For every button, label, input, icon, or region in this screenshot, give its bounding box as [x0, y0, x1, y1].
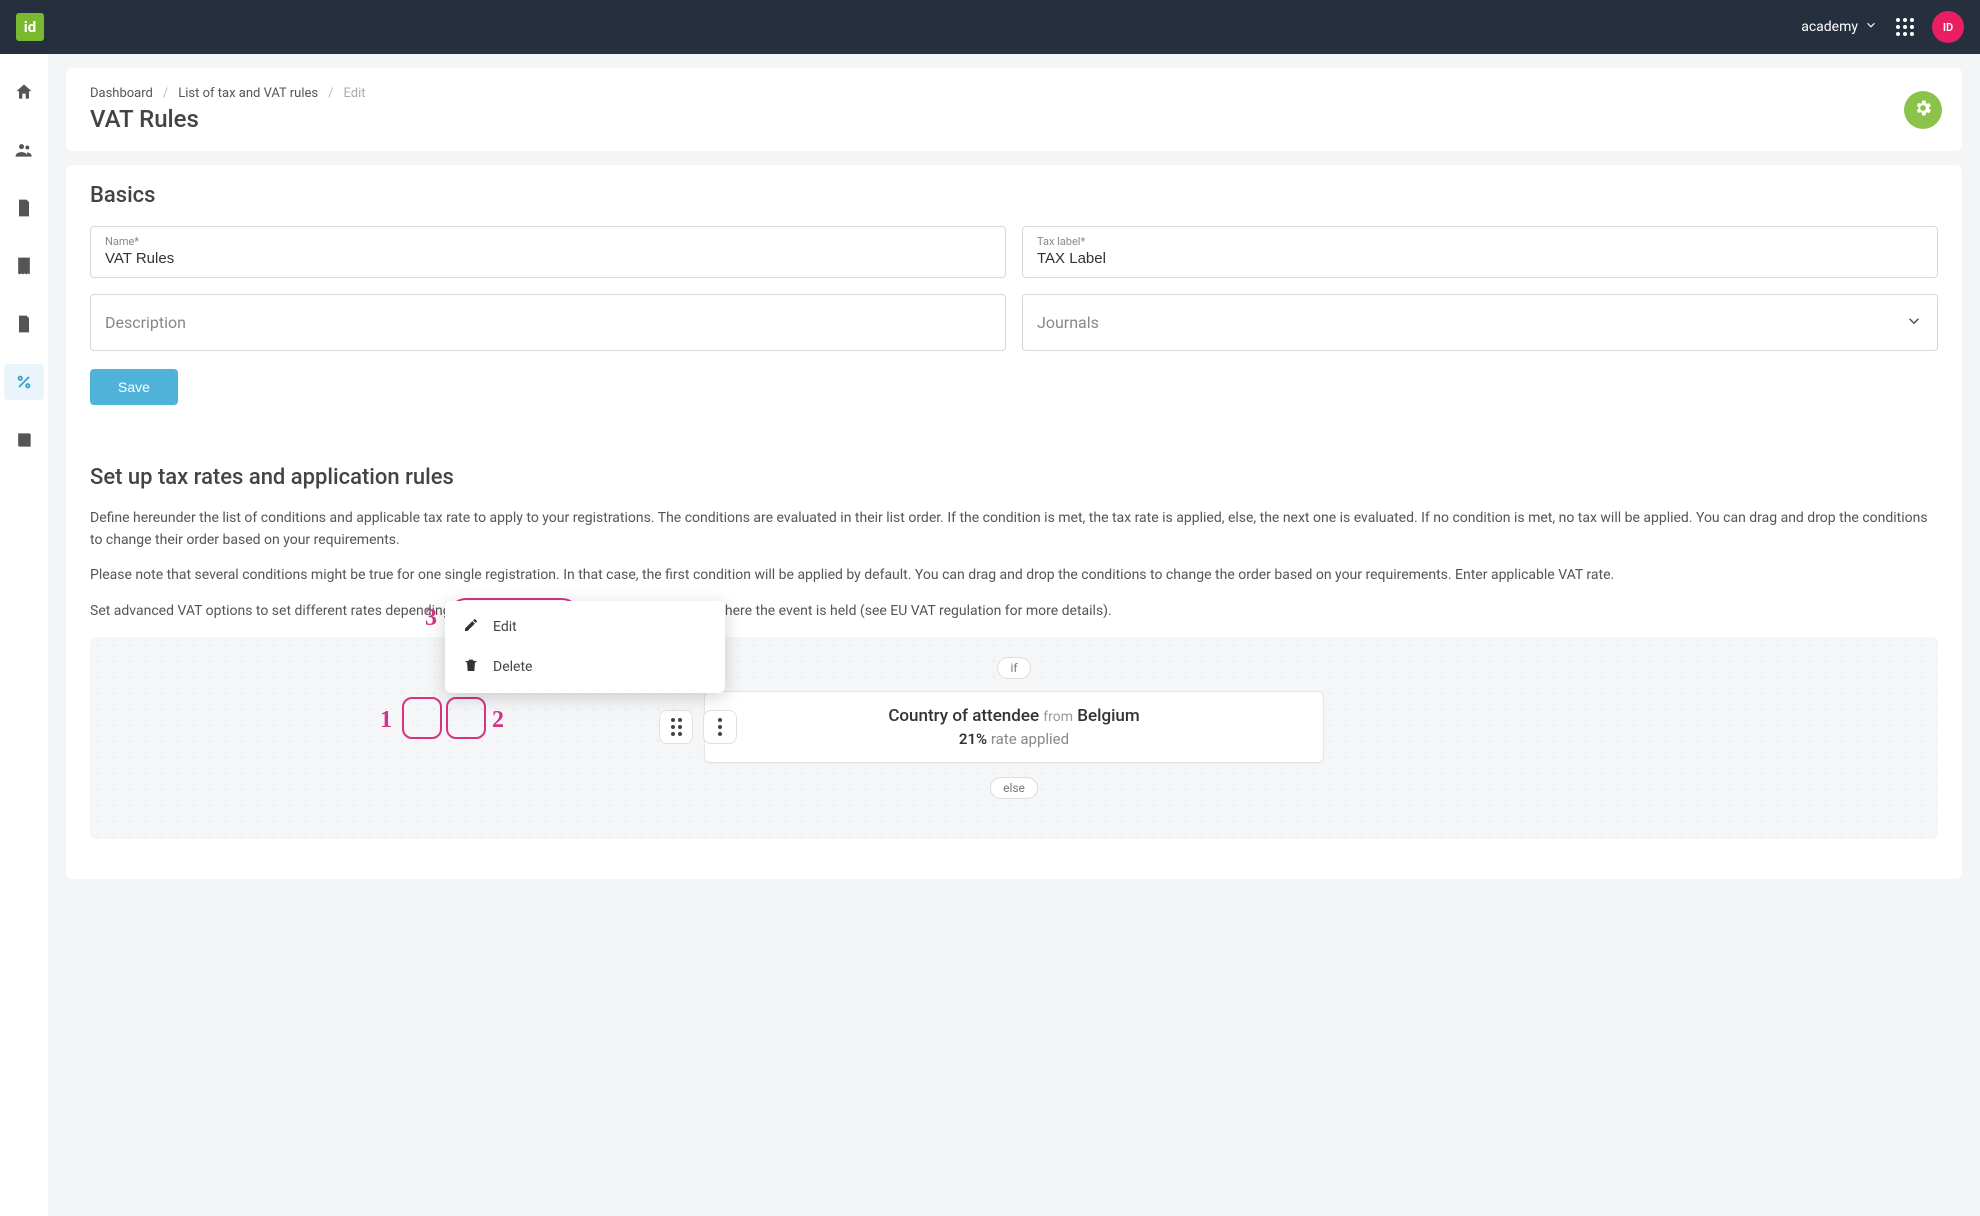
pill-if: if [997, 657, 1030, 679]
rule-card[interactable]: Country of attendee from Belgium 21% rat… [704, 691, 1324, 763]
breadcrumb-current: Edit [343, 86, 365, 101]
kebab-icon [718, 718, 722, 736]
sidebar-item-document[interactable] [4, 190, 44, 226]
chevron-down-icon [1864, 18, 1878, 36]
pencil-icon [463, 617, 479, 637]
callout-ring-1 [402, 697, 442, 739]
taxlabel-label: Tax label* [1037, 235, 1923, 248]
sidebar-item-people[interactable] [4, 132, 44, 168]
menu-item-edit[interactable]: Edit [445, 607, 725, 647]
chevron-down-icon [1905, 312, 1923, 334]
callout-number-2: 2 [492, 707, 504, 734]
sidebar-item-invoice[interactable] [4, 306, 44, 342]
basics-heading: Basics [90, 183, 1938, 208]
apps-grid-icon[interactable] [1896, 18, 1914, 36]
top-bar: id academy ID [0, 0, 1980, 54]
drag-icon [671, 718, 682, 736]
account-switcher[interactable]: academy [1801, 18, 1878, 36]
main-content: Dashboard / List of tax and VAT rules / … [48, 54, 1980, 1216]
taxlabel-input[interactable] [1037, 250, 1923, 267]
sidebar-item-book[interactable] [4, 422, 44, 458]
menu-item-delete[interactable]: Delete [445, 647, 725, 687]
trash-icon [463, 657, 479, 677]
header-card: Dashboard / List of tax and VAT rules / … [66, 68, 1962, 151]
sidebar-item-tax[interactable] [4, 364, 44, 400]
rules-paragraph-3: Set advanced VAT options to set differen… [90, 601, 1938, 623]
journals-field-wrapper[interactable]: Journals [1022, 294, 1938, 351]
sidebar-item-home[interactable] [4, 74, 44, 110]
avatar[interactable]: ID [1932, 11, 1964, 43]
menu-item-delete-label: Delete [493, 659, 532, 675]
breadcrumb: Dashboard / List of tax and VAT rules / … [90, 86, 1938, 101]
rule-condition: Country of attendee from Belgium [723, 706, 1305, 726]
page-title: VAT Rules [90, 105, 1938, 133]
basics-card: Basics Name* Tax label* Description Jour… [66, 165, 1962, 879]
callout-ring-2 [446, 697, 486, 739]
name-input[interactable] [105, 250, 991, 267]
description-field-wrapper[interactable]: Description [90, 294, 1006, 351]
rule-menu-button[interactable] [703, 710, 737, 744]
taxlabel-field-wrapper[interactable]: Tax label* [1022, 226, 1938, 278]
name-label: Name* [105, 235, 991, 248]
rule-rate: 21% rate applied [723, 730, 1305, 748]
pill-else: else [990, 777, 1038, 799]
brand-logo[interactable]: id [16, 13, 44, 41]
settings-button[interactable] [1904, 91, 1942, 129]
rules-paragraph-1: Define hereunder the list of conditions … [90, 508, 1938, 551]
rules-canvas: if [90, 637, 1938, 839]
sidebar [0, 54, 48, 1216]
callout-number-1: 1 [380, 707, 392, 734]
drag-handle-button[interactable] [659, 710, 693, 744]
breadcrumb-list[interactable]: List of tax and VAT rules [178, 86, 318, 101]
menu-item-edit-label: Edit [493, 619, 517, 635]
rules-paragraph-2: Please note that several conditions migh… [90, 565, 1938, 587]
name-field-wrapper[interactable]: Name* [90, 226, 1006, 278]
save-button[interactable]: Save [90, 369, 178, 405]
description-placeholder: Description [105, 313, 186, 332]
gear-icon [1913, 98, 1933, 122]
sidebar-item-receipt[interactable] [4, 248, 44, 284]
rules-heading: Set up tax rates and application rules [90, 465, 1938, 490]
journals-placeholder: Journals [1037, 313, 1099, 332]
breadcrumb-dashboard[interactable]: Dashboard [90, 86, 153, 101]
account-label: academy [1801, 19, 1858, 35]
rule-context-menu: Edit Delete [445, 601, 725, 693]
